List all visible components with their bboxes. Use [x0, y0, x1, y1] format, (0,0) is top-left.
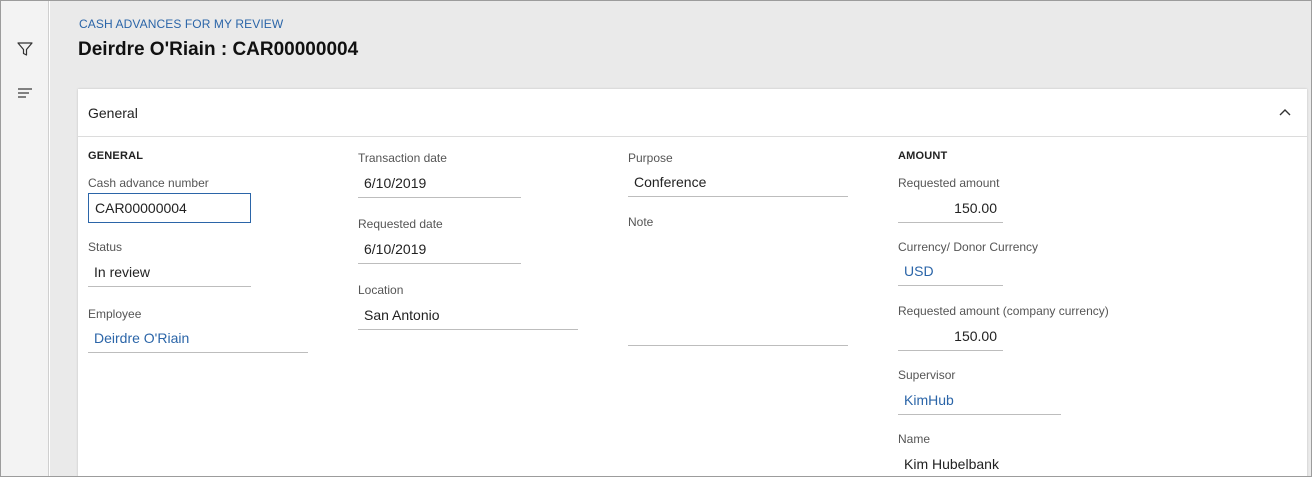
fasttab-title: General — [88, 105, 138, 121]
transaction-date-label: Transaction date — [358, 151, 447, 165]
cash-advance-number-label: Cash advance number — [88, 176, 209, 190]
lines-menu-icon[interactable] — [13, 81, 37, 105]
note-label: Note — [628, 215, 654, 229]
supervisor-label: Supervisor — [898, 368, 956, 382]
currency-link[interactable]: USD — [898, 258, 1003, 286]
requested-date-field: 6/10/2019 — [358, 236, 521, 264]
status-label: Status — [88, 240, 123, 254]
status-field: In review — [88, 259, 251, 287]
currency-label: Currency/ Donor Currency — [898, 240, 1039, 254]
filter-icon[interactable] — [13, 37, 37, 61]
requested-company-field: 150.00 — [898, 323, 1003, 351]
left-action-bar — [1, 1, 49, 476]
purpose-field: Conference — [628, 169, 848, 197]
fasttab-header-general[interactable]: General — [78, 89, 1307, 137]
chevron-up-icon[interactable] — [1277, 105, 1293, 121]
requested-date-label: Requested date — [358, 217, 443, 231]
location-label: Location — [358, 283, 404, 297]
requested-amount-field: 150.00 — [898, 195, 1003, 223]
supervisor-link[interactable]: KimHub — [898, 387, 1061, 415]
purpose-label: Purpose — [628, 151, 673, 165]
requested-company-label: Requested amount (company currency) — [898, 304, 1109, 318]
general-fasttab: General GENERAL Cash advance number CAR0… — [78, 89, 1307, 476]
workspace: CASH ADVANCES FOR MY REVIEW Deirdre O'Ri… — [50, 1, 1311, 476]
group-title-amount: AMOUNT — [898, 150, 948, 162]
group-title-general: GENERAL — [88, 150, 144, 162]
requested-amount-label: Requested amount — [898, 176, 1000, 190]
note-field — [628, 233, 848, 346]
location-field: San Antonio — [358, 302, 578, 330]
transaction-date-field: 6/10/2019 — [358, 170, 521, 198]
app-window: CASH ADVANCES FOR MY REVIEW Deirdre O'Ri… — [0, 0, 1312, 477]
breadcrumb[interactable]: CASH ADVANCES FOR MY REVIEW — [79, 17, 283, 31]
name-field: Kim Hubelbank — [898, 451, 1061, 476]
page-title: Deirdre O'Riain : CAR00000004 — [78, 39, 359, 60]
employee-label: Employee — [88, 307, 142, 321]
cash-advance-number-field[interactable]: CAR00000004 — [88, 193, 251, 223]
name-label: Name — [898, 432, 931, 446]
employee-link[interactable]: Deirdre O'Riain — [88, 325, 308, 353]
